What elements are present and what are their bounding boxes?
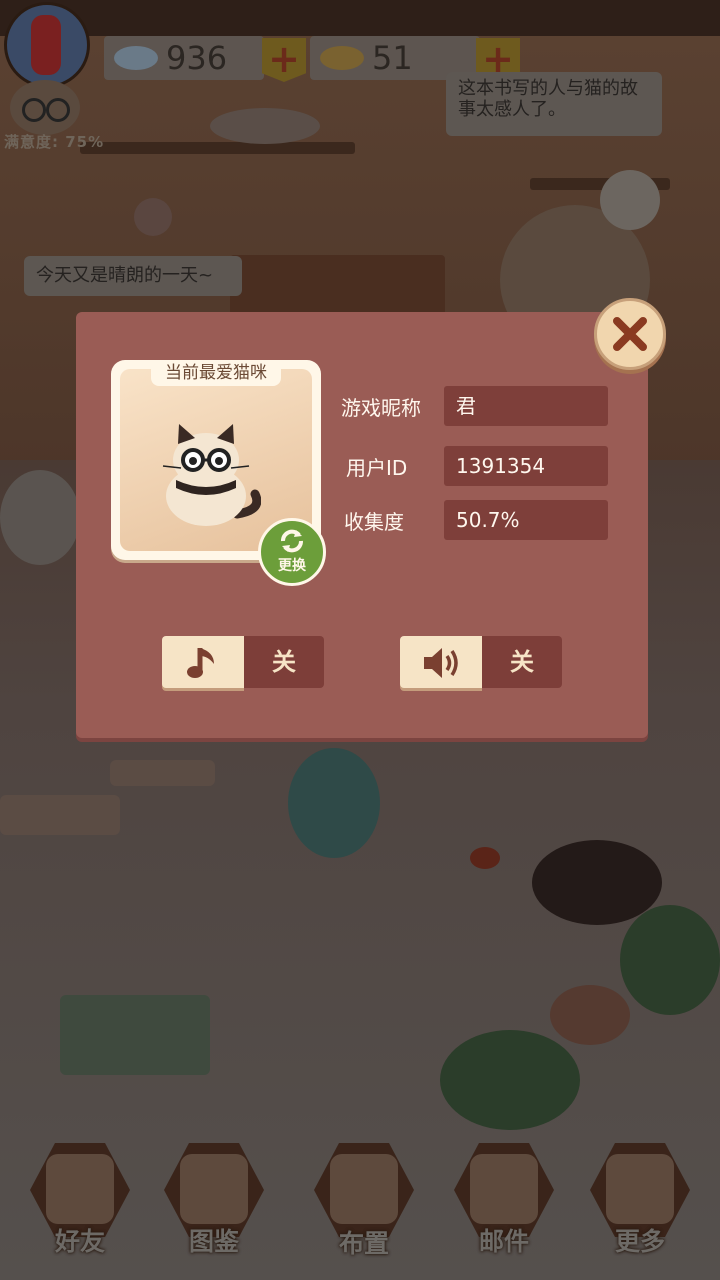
nav-friends[interactable]: 好友 — [30, 1140, 130, 1280]
yarn-ball — [134, 198, 172, 236]
fish-counter: 936 — [104, 36, 264, 80]
floor-mat — [110, 760, 215, 786]
gold-fish-count: 51 — [372, 39, 413, 77]
change-cat-button[interactable]: 更换 — [258, 518, 326, 586]
floor-board — [0, 795, 120, 835]
dresser — [230, 255, 445, 315]
bush-center — [440, 1030, 580, 1130]
music-toggle-state: 关 — [244, 636, 324, 688]
refresh-icon — [281, 529, 303, 553]
cardboard-box — [60, 995, 210, 1075]
collection-value: 50.7% — [444, 500, 608, 540]
user-id-label: 用户ID — [346, 456, 408, 480]
nickname-value: 君 — [444, 386, 608, 426]
sleeping-cat — [210, 108, 320, 144]
sound-toggle[interactable]: 关 — [400, 636, 562, 688]
nav-friends-label: 好友 — [54, 1227, 105, 1256]
nav-more-label: 更多 — [614, 1227, 665, 1256]
granny-portrait[interactable] — [10, 80, 80, 135]
granny-hair-bun — [600, 170, 660, 230]
change-cat-label: 更换 — [278, 558, 306, 574]
satisfaction-label: 满意度: 75% — [4, 133, 105, 151]
close-button[interactable] — [594, 298, 666, 370]
close-icon — [613, 317, 647, 351]
nav-more[interactable]: 更多 — [590, 1140, 690, 1280]
granny-speech-bubble: 这本书写的人与猫的故事太感人了。 — [446, 72, 662, 136]
player-speech-bubble: 今天又是晴朗的一天~ — [24, 256, 242, 296]
user-id-value: 1391354 — [444, 446, 608, 486]
sound-toggle-state: 关 — [482, 636, 562, 688]
nav-decorate[interactable]: 布置 — [314, 1110, 414, 1280]
black-cat — [532, 840, 662, 925]
ladybug — [470, 847, 500, 869]
collection-label: 收集度 — [344, 510, 404, 534]
speaker-icon — [424, 648, 458, 678]
nav-mail[interactable]: 邮件 — [454, 1140, 554, 1280]
nav-catalog[interactable]: 图鉴 — [164, 1140, 264, 1280]
music-toggle[interactable]: 关 — [162, 636, 324, 688]
gold-fish-icon — [320, 46, 364, 70]
blue-cat — [288, 748, 380, 858]
snowman-cat — [0, 470, 80, 565]
bush-right — [620, 905, 720, 1015]
add-fish-button[interactable]: + — [262, 38, 306, 82]
fish-count: 936 — [166, 39, 228, 77]
sound-toggle-icon-area — [400, 636, 482, 688]
music-note-icon — [187, 648, 214, 678]
wall-shelf — [80, 142, 355, 154]
nav-catalog-label: 图鉴 — [188, 1227, 239, 1256]
nav-decorate-label: 布置 — [338, 1229, 389, 1258]
bottom-nav: 好友 图鉴 布置 邮件 更多 — [0, 1140, 720, 1280]
top-bar — [0, 0, 720, 36]
fish-icon — [114, 46, 158, 70]
music-toggle-icon-area — [162, 636, 244, 688]
food-bowl — [550, 985, 630, 1045]
nickname-label: 游戏昵称 — [341, 396, 421, 420]
nav-mail-label: 邮件 — [478, 1227, 529, 1256]
favorite-cat-image — [162, 424, 261, 526]
player-avatar[interactable] — [4, 2, 90, 88]
favorite-cat-title: 当前最爱猫咪 — [151, 360, 281, 386]
